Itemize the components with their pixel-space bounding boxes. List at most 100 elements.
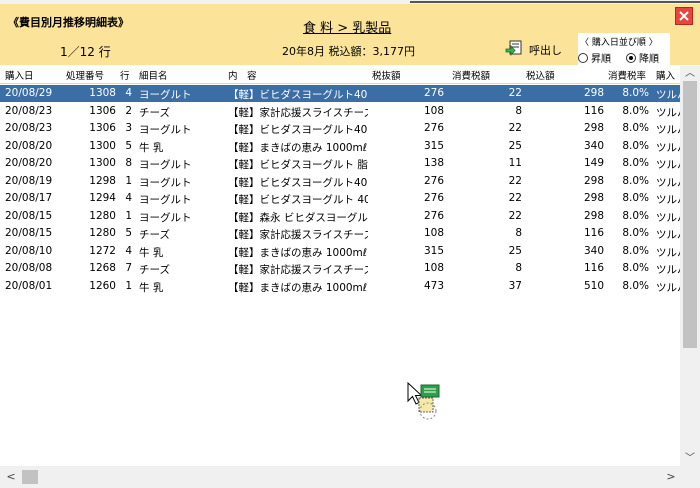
col-shop[interactable]: 購入	[656, 68, 675, 82]
cell-date: 20/08/10	[5, 244, 53, 257]
recall-button[interactable]: 呼出し	[505, 40, 562, 60]
cell-item-name: 牛 乳	[139, 141, 164, 154]
cell-item-name: ヨーグルト	[139, 89, 192, 101]
cell-tax-amount: 8	[515, 104, 522, 117]
cell-item-name: ヨーグルト	[139, 211, 192, 224]
cell-shop: ツルハ	[656, 281, 680, 294]
table-row[interactable]: 20/08/01 1260 1 牛 乳 【軽】まきばの恵み 1000mℓ 3 473 37 5…	[0, 278, 680, 295]
cell-tax-amount: 22	[508, 192, 522, 204]
cell-including-tax: 298	[583, 122, 604, 134]
cell-process-no: 1306	[89, 104, 116, 117]
cell-line: 8	[125, 157, 132, 169]
table-row[interactable]: 20/08/08 1268 7 チーズ 【軽】家計応援スライスチーズ 5 108 8 116 8…	[0, 260, 680, 277]
cell-process-no: 1298	[89, 174, 116, 187]
cell-tax-amount: 25	[508, 244, 522, 257]
cell-description: 【軽】まきばの恵み 1000mℓ 3	[228, 281, 368, 294]
cell-shop: ツルハ	[656, 89, 680, 101]
cell-including-tax: 298	[583, 209, 604, 222]
sort-descending-radio[interactable]: 降順	[626, 50, 659, 65]
cell-process-no: 1300	[89, 157, 116, 169]
table-row[interactable]: 20/08/20 1300 8 ヨーグルト 【軽】ビヒダスヨーグルト 脂肪ゼロ 138 11…	[0, 155, 680, 172]
table-row[interactable]: 20/08/15 1280 1 ヨーグルト 【軽】森永 ビヒダスヨーグルト400 276 2…	[0, 208, 680, 225]
horizontal-scrollbar[interactable]: < >	[0, 466, 700, 488]
cell-item-name: チーズ	[139, 264, 170, 276]
vertical-scrollbar[interactable]: ︿ ﹀	[680, 66, 700, 466]
horizontal-scroll-thumb[interactable]	[22, 470, 38, 484]
cell-date: 20/08/23	[5, 122, 53, 134]
cell-tax-rate: 8.0%	[622, 139, 649, 152]
col-including-tax[interactable]: 税込額	[526, 68, 555, 82]
cell-excluding-tax: 315	[423, 244, 444, 257]
table-row[interactable]: 20/08/20 1300 5 牛 乳 【軽】まきばの恵み 1000mℓ 2 315 25 3…	[0, 138, 680, 155]
cell-line: 3	[125, 122, 132, 134]
cell-shop: ツルハ	[656, 194, 680, 206]
cell-tax-amount: 37	[508, 279, 522, 292]
cell-item-name: ヨーグルト	[139, 194, 192, 206]
table-row[interactable]: 20/08/19 1298 1 ヨーグルト 【軽】ビヒダスヨーグルト400ｇ 2 276 2…	[0, 173, 680, 190]
cell-process-no: 1268	[89, 262, 116, 274]
col-tax-rate[interactable]: 消費税率	[608, 68, 646, 82]
table-row[interactable]: 20/08/17 1294 4 ヨーグルト 【軽】ビヒダスヨーグルト 400ｇ 276 22…	[0, 190, 680, 207]
cell-process-no: 1294	[89, 192, 116, 204]
cell-date: 20/08/08	[5, 262, 53, 274]
cell-excluding-tax: 276	[423, 87, 444, 99]
cell-excluding-tax: 138	[423, 157, 444, 169]
table-row[interactable]: 20/08/15 1280 5 チーズ 【軽】家計応援スライスチーズ 5 108 8 116 8…	[0, 225, 680, 242]
cell-tax-rate: 8.0%	[622, 209, 649, 222]
cell-shop: ツルハ	[656, 246, 680, 259]
cell-process-no: 1260	[89, 279, 116, 292]
category-path[interactable]: 食 料 > 乳製品	[303, 17, 391, 36]
col-process-no[interactable]: 処理番号	[66, 68, 104, 82]
vertical-scroll-thumb[interactable]	[683, 81, 697, 348]
cell-tax-rate: 8.0%	[622, 279, 649, 292]
cell-excluding-tax: 108	[423, 104, 444, 117]
cell-including-tax: 116	[583, 227, 604, 239]
cell-tax-amount: 22	[508, 87, 522, 99]
table-row[interactable]: 20/08/23 1306 2 チーズ 【軽】家計応援スライスチーズ 5 108 8 116 8…	[0, 103, 680, 120]
cell-shop: ツルハ	[656, 229, 680, 241]
cell-tax-amount: 22	[508, 174, 522, 187]
cell-excluding-tax: 108	[423, 262, 444, 274]
scroll-left-icon[interactable]: <	[4, 470, 18, 484]
cell-tax-rate: 8.0%	[622, 87, 649, 99]
scroll-down-icon[interactable]: ﹀	[680, 451, 700, 466]
month-summary: 20年8月 税込額：3,177円	[282, 45, 415, 58]
table-row[interactable]: 20/08/29 1308 4 ヨーグルト 【軽】ビヒダスヨーグルト400ｇ 2 276 2…	[0, 85, 680, 102]
cell-excluding-tax: 276	[423, 122, 444, 134]
cell-tax-rate: 8.0%	[622, 227, 649, 239]
cell-line: 1	[125, 209, 132, 222]
radio-off-icon	[578, 52, 588, 63]
cell-tax-rate: 8.0%	[622, 262, 649, 274]
table-row[interactable]: 20/08/23 1306 3 ヨーグルト 【軽】ビヒダスヨーグルト400ｇ 2 276 2…	[0, 120, 680, 137]
cell-description: 【軽】まきばの恵み 1000mℓ 2	[228, 246, 368, 259]
cell-date: 20/08/17	[5, 192, 53, 204]
recall-label: 呼出し	[529, 44, 562, 57]
cell-description: 【軽】ビヒダスヨーグルト 400ｇ	[228, 194, 368, 206]
scroll-right-icon[interactable]: >	[664, 470, 678, 484]
cell-date: 20/08/19	[5, 174, 53, 187]
cell-excluding-tax: 473	[423, 279, 444, 292]
cell-tax-rate: 8.0%	[622, 157, 649, 169]
cell-shop: ツルハ	[656, 264, 680, 276]
cell-process-no: 1300	[89, 139, 116, 152]
cell-item-name: ヨーグルト	[139, 159, 192, 171]
header-panel: 《費目別月推移明細表》 食 料 > 乳製品 1／12 行 20年8月 税込額：3…	[0, 4, 700, 65]
cell-description: 【軽】家計応援スライスチーズ 5	[228, 229, 368, 241]
col-purchase-date[interactable]: 購入日	[5, 68, 34, 82]
cell-description: 【軽】家計応援スライスチーズ 5	[228, 106, 368, 119]
table-row[interactable]: 20/08/10 1272 4 牛 乳 【軽】まきばの恵み 1000mℓ 2 315 25 3…	[0, 243, 680, 260]
sort-ascending-radio[interactable]: 昇順	[578, 50, 611, 65]
cell-date: 20/08/15	[5, 227, 53, 239]
cell-including-tax: 116	[583, 104, 604, 117]
col-excluding-tax[interactable]: 税抜額	[372, 68, 401, 82]
scroll-up-icon[interactable]: ︿	[680, 66, 700, 81]
col-item-name[interactable]: 細目名	[139, 68, 168, 82]
cell-including-tax: 298	[583, 87, 604, 99]
cell-excluding-tax: 276	[423, 192, 444, 204]
col-line[interactable]: 行	[120, 68, 130, 82]
close-button[interactable]	[675, 7, 693, 25]
col-description[interactable]: 内 容	[228, 68, 257, 82]
cell-process-no: 1306	[89, 122, 116, 134]
cell-line: 2	[125, 104, 132, 117]
col-tax-amount[interactable]: 消費税額	[452, 68, 490, 82]
